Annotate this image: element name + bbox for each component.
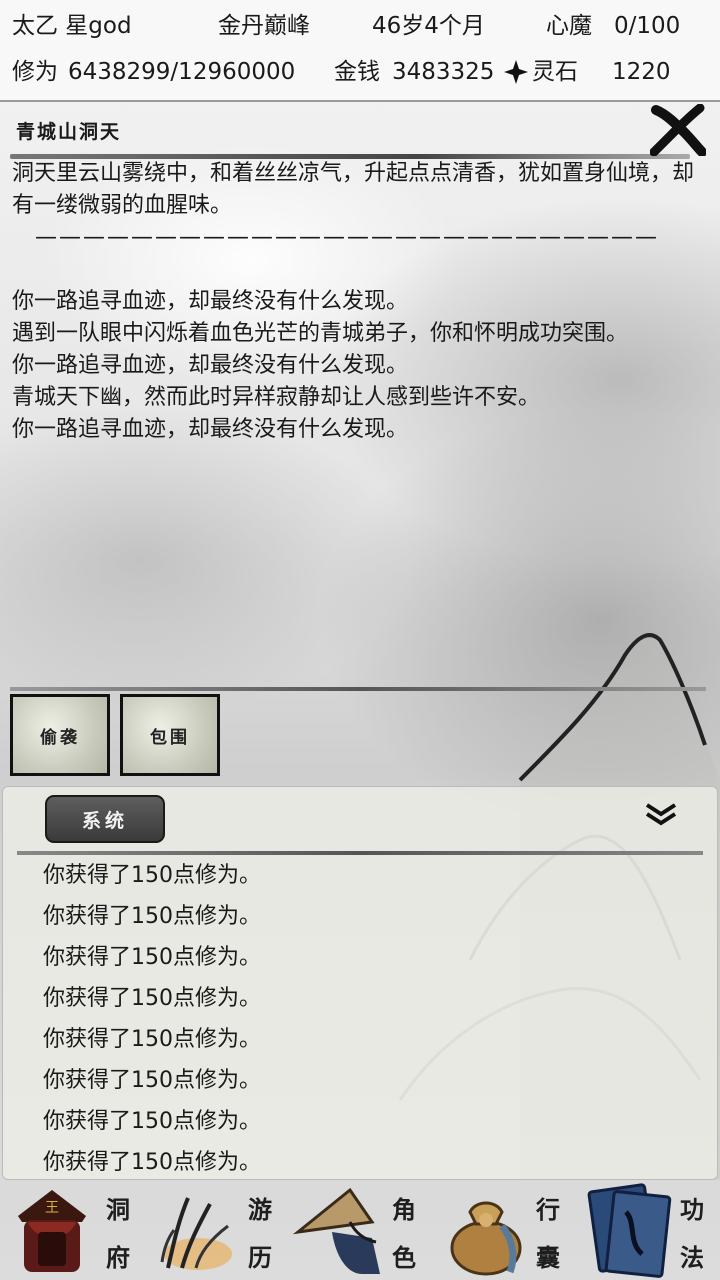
- nav-label-top: 角: [392, 1195, 416, 1224]
- nav-skills[interactable]: 功 法: [576, 1180, 720, 1280]
- log-entry: 你获得了150点修为。: [43, 1027, 261, 1052]
- location-title: 青城山洞天: [16, 121, 122, 143]
- nav-label-top: 游: [248, 1195, 272, 1224]
- status-header: 太乙 星god 金丹巅峰 46岁4个月 心魔 0/100 修为 6438299/…: [0, 0, 720, 102]
- nav-label-bottom: 历: [248, 1243, 272, 1272]
- story-event: 你一路追寻血迹，却最终没有什么发现。: [12, 353, 409, 378]
- spirit-value: 1220: [612, 59, 671, 85]
- nav-label-bottom: 法: [680, 1243, 704, 1272]
- story-intro: 洞天里云山雾绕中，和着丝丝凉气，升起点点清香，犹如置身仙境，却有一缕微弱的血腥味…: [12, 161, 695, 218]
- log-entry: 你获得了150点修为。: [43, 945, 261, 970]
- nav-label-top: 行: [536, 1195, 560, 1224]
- bag-icon: [450, 1201, 522, 1276]
- nav-label-bottom: 府: [106, 1243, 130, 1272]
- character-hat-icon: [292, 1187, 380, 1274]
- log-entry: 你获得了150点修为。: [43, 863, 261, 888]
- books-icon: [587, 1183, 672, 1278]
- spirit-label: 灵石: [532, 59, 578, 85]
- story-event: 你一路追寻血迹，却最终没有什么发现。: [12, 289, 409, 314]
- log-entry: 你获得了150点修为。: [43, 1109, 261, 1134]
- log-entry: 你获得了150点修为。: [43, 904, 261, 929]
- age-label: 46岁4个月: [372, 13, 485, 39]
- surround-button[interactable]: 包围: [120, 694, 220, 776]
- log-list: 你获得了150点修为。 你获得了150点修为。 你获得了150点修为。 你获得了…: [43, 855, 683, 1183]
- tab-system[interactable]: 系统: [45, 795, 165, 843]
- bottom-nav: 王 洞 府 游 历 角 色 行 囊 功 法: [0, 1180, 720, 1280]
- story-separator: ——————————————————————————: [35, 225, 659, 250]
- nav-label-top: 洞: [106, 1195, 130, 1224]
- story-text: 洞天里云山雾绕中，和着丝丝凉气，升起点点清香，犹如置身仙境，却有一缕微弱的血腥味…: [12, 158, 702, 446]
- nav-label-top: 功: [680, 1195, 704, 1224]
- money-value: 3483325: [392, 59, 495, 85]
- story-event: 青城天下幽，然而此时异样寂静却让人感到些许不安。: [12, 385, 541, 410]
- svg-text:王: 王: [45, 1200, 59, 1216]
- travel-grass-icon: [160, 1197, 232, 1270]
- log-entry: 你获得了150点修为。: [43, 1068, 261, 1093]
- realm-label: 金丹巅峰: [218, 13, 310, 39]
- demon-label: 心魔: [546, 13, 592, 39]
- money-label: 金钱: [334, 59, 380, 85]
- close-icon[interactable]: [649, 103, 707, 157]
- chevron-down-icon[interactable]: [643, 801, 679, 829]
- spirit-stone-icon: [502, 52, 530, 105]
- nav-label-bottom: 囊: [536, 1243, 560, 1272]
- sneak-attack-button[interactable]: 偷袭: [10, 694, 110, 776]
- story-event: 你一路追寻血迹，却最终没有什么发现。: [12, 417, 409, 442]
- nav-label-bottom: 色: [392, 1243, 416, 1272]
- message-log-panel: 系统 你获得了150点修为。 你获得了150点修为。 你获得了150点修为。 你…: [2, 786, 718, 1180]
- cave-dwelling-icon: 王: [18, 1190, 86, 1272]
- demon-value: 0/100: [614, 13, 681, 39]
- story-event: 遇到一队眼中闪烁着血色光芒的青城弟子，你和怀明成功突围。: [12, 321, 629, 346]
- log-entry: 你获得了150点修为。: [43, 986, 261, 1011]
- player-name: 太乙 星god: [12, 13, 132, 39]
- action-divider: [10, 687, 706, 691]
- cultivation-value: 6438299/12960000: [68, 59, 296, 85]
- log-entry: 你获得了150点修为。: [43, 1150, 261, 1175]
- cultivation-label: 修为: [12, 59, 58, 85]
